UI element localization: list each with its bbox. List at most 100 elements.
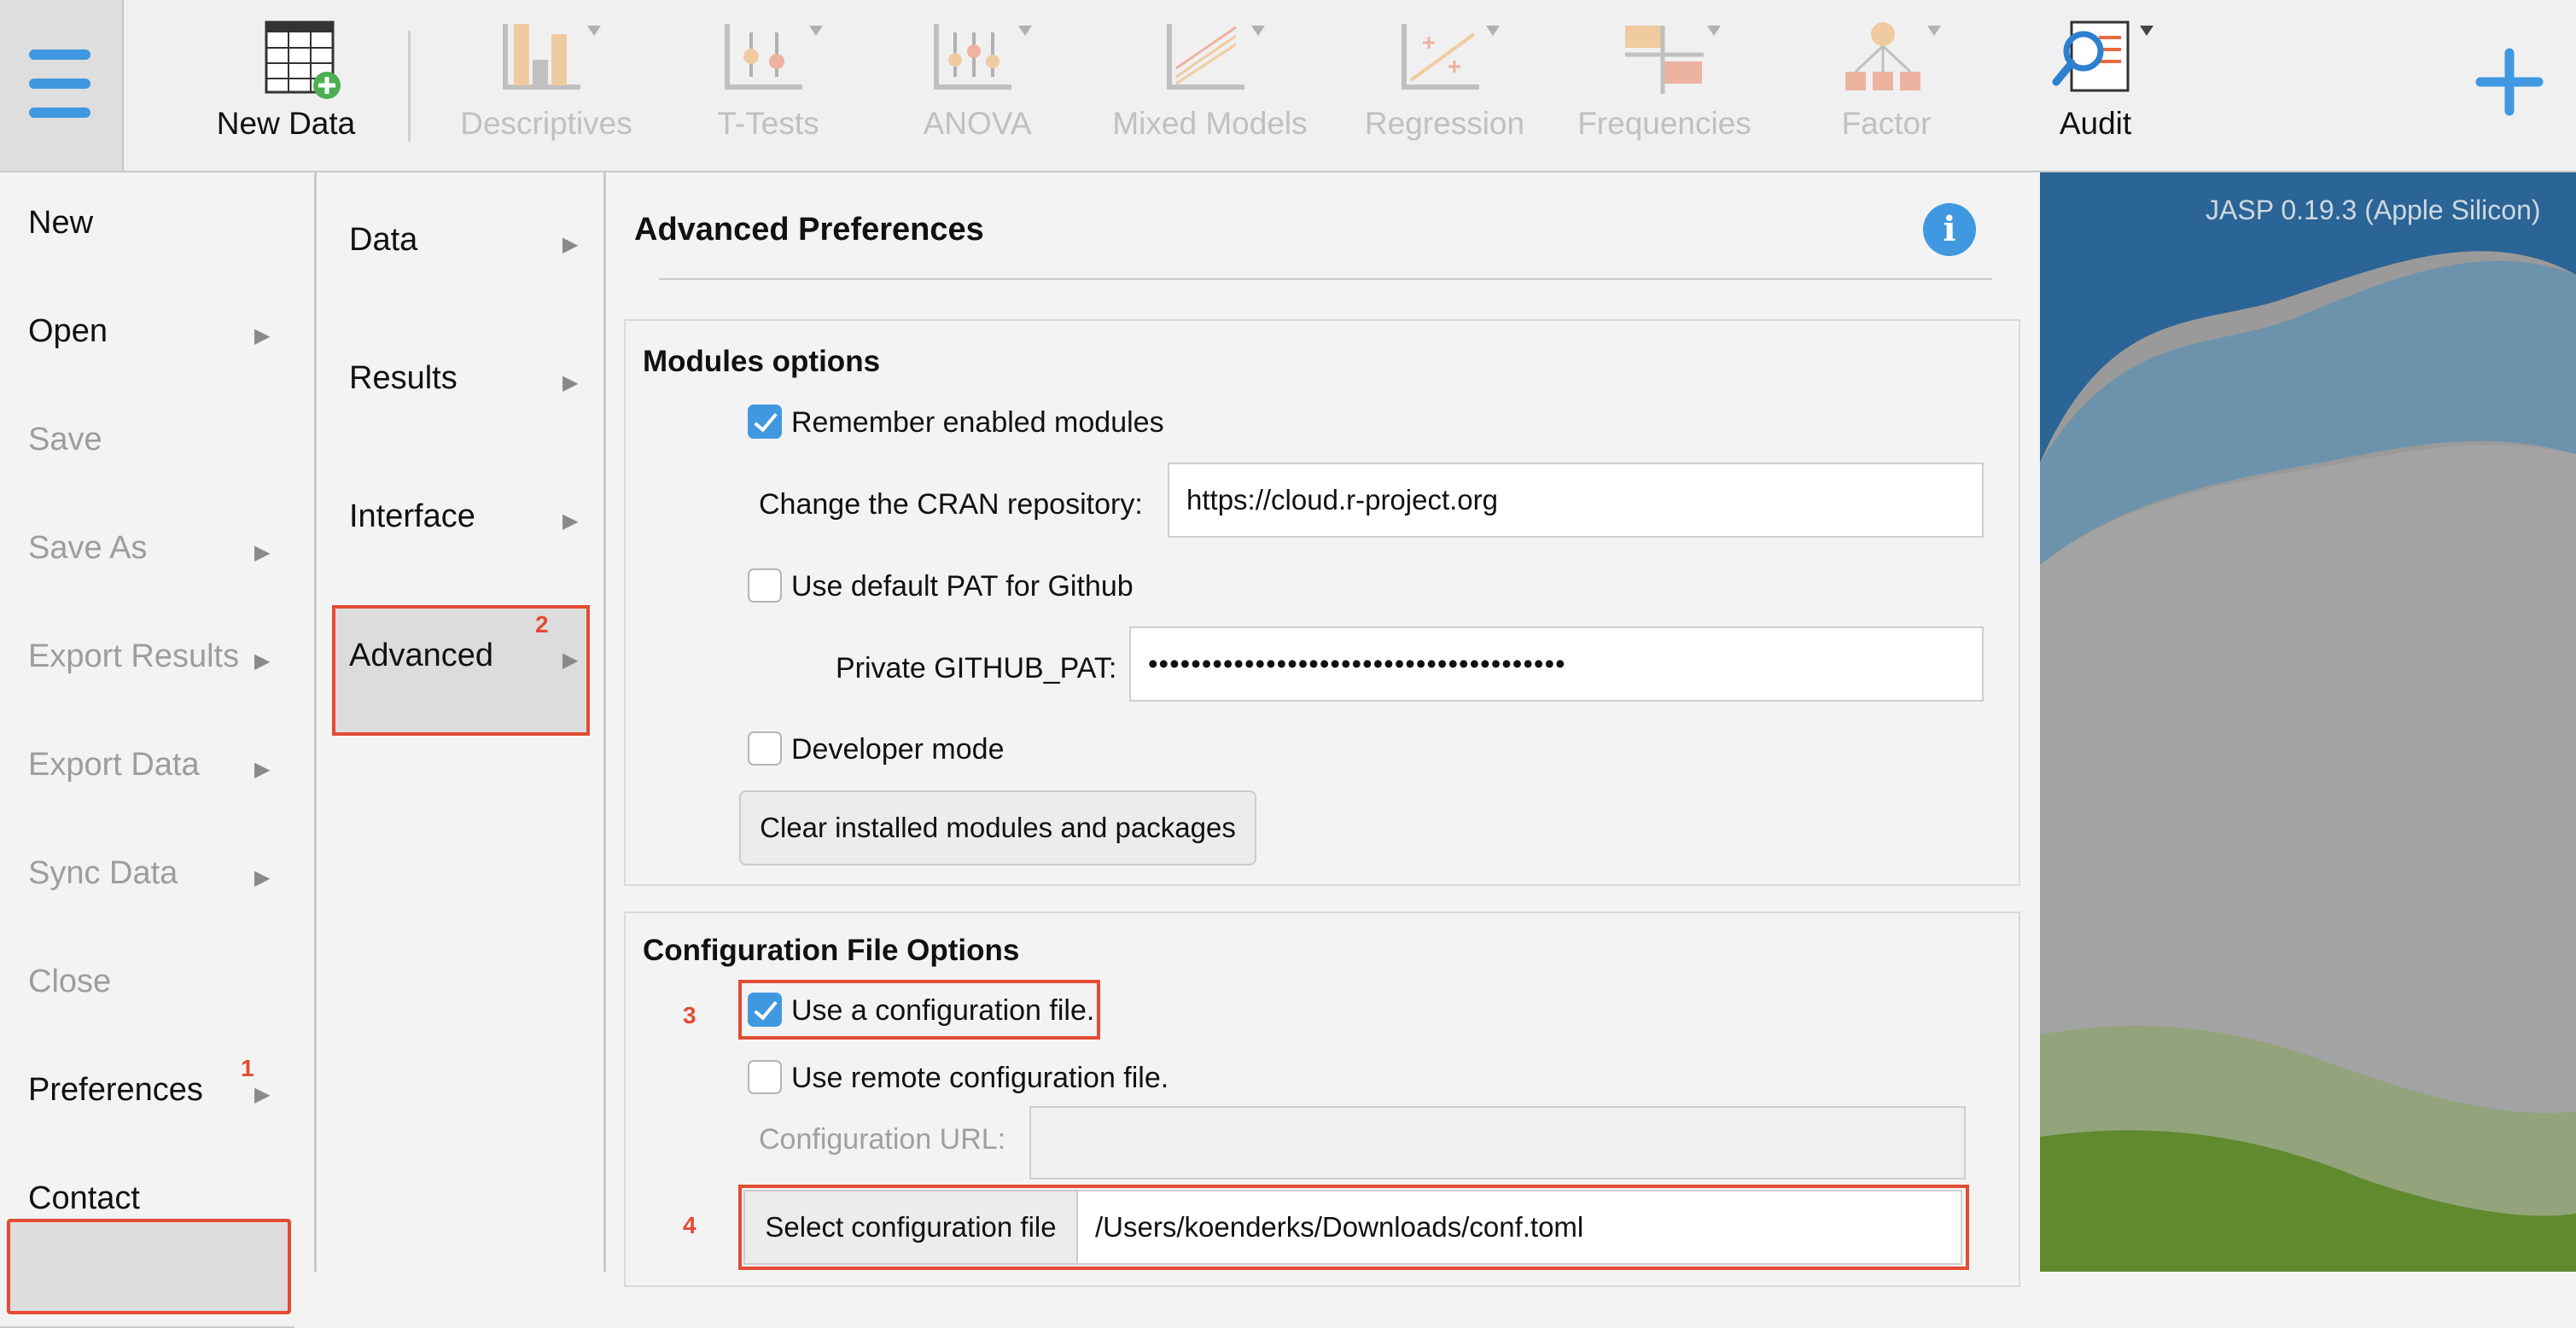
anova-label: ANOVA: [923, 106, 1032, 141]
menu-item-label: New: [28, 205, 94, 241]
ribbon-toolbar: New Data Descriptives T-Tests ANOVA Mixe…: [0, 0, 2576, 172]
callout-number: 3: [683, 1002, 696, 1028]
submenu-arrow-icon: ▶: [254, 541, 271, 564]
frequencies-label: Frequencies: [1577, 106, 1751, 141]
menu-item-new[interactable]: New: [0, 172, 294, 281]
submenu-item-label: Interface: [349, 498, 475, 534]
menu-item-label: Save As: [28, 530, 148, 566]
panel-title: Advanced Preferences: [634, 212, 984, 248]
descriptives-button[interactable]: Descriptives: [452, 0, 640, 171]
cran-repository-input[interactable]: https://cloud.r-project.org: [1168, 463, 1984, 538]
config-url-input[interactable]: [1029, 1106, 1966, 1179]
remember-modules-checkbox[interactable]: [748, 405, 782, 439]
new-data-label: New Data: [216, 106, 356, 141]
file-menu: New Open ▶ Save Save As ▶ Export Results…: [0, 172, 317, 1328]
frequencies-button[interactable]: Frequencies: [1566, 0, 1763, 171]
preferences-submenu: Data ▶ Results ▶ Interface ▶ Advanced ▶ …: [317, 172, 606, 1272]
mixed-models-button[interactable]: Mixed Models: [1101, 0, 1319, 171]
background-illustration: [2040, 172, 2576, 1272]
clear-modules-button[interactable]: Clear installed modules and packages: [739, 790, 1256, 865]
field-label: Change the CRAN repository:: [759, 488, 1143, 521]
version-label: JASP 0.19.3 (Apple Silicon): [2206, 195, 2541, 225]
submenu-arrow-icon: ▶: [562, 649, 579, 672]
menu-item-export-data[interactable]: Export Data ▶: [0, 714, 294, 823]
submenu-arrow-icon: ▶: [254, 866, 271, 889]
submenu-item-results[interactable]: Results ▶: [317, 311, 603, 447]
developer-mode-checkbox[interactable]: [748, 731, 782, 766]
submenu-item-interface[interactable]: Interface ▶: [317, 449, 603, 585]
checkbox-label: Developer mode: [791, 733, 1005, 766]
regression-label: Regression: [1364, 106, 1525, 141]
submenu-item-label: Results: [349, 360, 458, 396]
descriptives-icon: [503, 24, 601, 90]
menu-item-label: Contact: [28, 1180, 140, 1216]
configuration-file-group: Configuration File Options 3 Use a confi…: [624, 912, 2020, 1287]
t-tests-button[interactable]: T-Tests: [691, 0, 845, 171]
menu-item-open[interactable]: Open ▶: [0, 281, 294, 389]
audit-icon: [2052, 20, 2153, 92]
frequencies-icon: [1625, 26, 1721, 94]
menu-item-label: Open: [28, 313, 108, 349]
submenu-arrow-icon: ▶: [562, 371, 579, 394]
regression-button[interactable]: Regression: [1353, 0, 1536, 171]
anova-icon: [934, 24, 1032, 90]
hamburger-menu-button[interactable]: [0, 0, 124, 171]
audit-button[interactable]: Audit: [2036, 0, 2155, 171]
menu-item-label: Save: [28, 422, 102, 457]
checkbox-label: Use a configuration file.: [791, 994, 1095, 1027]
checkbox-label: Use remote configuration file.: [791, 1062, 1169, 1094]
modules-options-group: Modules options Remember enabled modules…: [624, 319, 2020, 886]
menu-item-label: Sync Data: [28, 855, 178, 891]
menu-item-label: Export Results: [28, 638, 240, 674]
submenu-item-label: Advanced: [349, 638, 494, 673]
menu-item-label: Export Data: [28, 747, 200, 783]
submenu-arrow-icon: ▶: [254, 649, 271, 673]
field-label: Private GITHUB_PAT:: [836, 652, 1117, 684]
callout-number: 2: [535, 611, 549, 638]
plus-icon[interactable]: [2475, 48, 2544, 116]
group-title: Configuration File Options: [643, 934, 1020, 967]
field-label: Configuration URL:: [759, 1123, 1006, 1156]
menu-item-sync-data[interactable]: Sync Data ▶: [0, 823, 294, 931]
submenu-arrow-icon: ▶: [562, 233, 579, 256]
submenu-item-advanced[interactable]: Advanced ▶: [317, 588, 603, 725]
select-config-file-button[interactable]: Select configuration file: [743, 1190, 1078, 1265]
use-config-file-checkbox[interactable]: [748, 993, 782, 1027]
github-pat-input[interactable]: •••••••••••••••••••••••••••••••••••••••: [1129, 626, 1984, 702]
remote-config-checkbox[interactable]: [748, 1060, 782, 1094]
checkbox-label: Use default PAT for Github: [791, 570, 1134, 603]
new-data-icon: [265, 20, 341, 99]
menu-item-label: Close: [28, 964, 112, 999]
advanced-preferences-panel: Advanced Preferences i Modules options R…: [606, 172, 2038, 1287]
checkbox-label: Remember enabled modules: [791, 406, 1164, 439]
mixed-models-icon: [1166, 24, 1265, 90]
menu-item-contact[interactable]: Contact: [0, 1148, 294, 1256]
title-divider: [659, 278, 1992, 280]
submenu-arrow-icon: ▶: [254, 1083, 271, 1106]
callout-number: 1: [241, 1055, 254, 1081]
group-title: Modules options: [643, 345, 881, 378]
config-file-path-input[interactable]: /Users/koenderks/Downloads/conf.toml: [1078, 1190, 1962, 1265]
default-pat-checkbox[interactable]: [748, 568, 782, 603]
audit-label: Audit: [2059, 106, 2132, 141]
t-tests-label: T-Tests: [717, 106, 819, 141]
new-data-button[interactable]: New Data: [205, 0, 367, 171]
submenu-arrow-icon: ▶: [254, 324, 271, 347]
submenu-arrow-icon: ▶: [254, 758, 271, 781]
callout-number: 4: [683, 1212, 696, 1238]
factor-icon: [1845, 22, 1941, 90]
menu-item-save-as[interactable]: Save As ▶: [0, 498, 294, 606]
submenu-item-label: Data: [349, 222, 418, 258]
toolbar-divider: [408, 31, 411, 142]
info-icon[interactable]: i: [1923, 203, 1976, 256]
t-tests-icon: [725, 24, 823, 90]
menu-item-export-results[interactable]: Export Results ▶: [0, 606, 294, 714]
factor-button[interactable]: Factor: [1818, 0, 1955, 171]
descriptives-label: Descriptives: [460, 106, 632, 141]
anova-button[interactable]: ANOVA: [892, 0, 1063, 171]
menu-item-close[interactable]: Close: [0, 931, 294, 1040]
submenu-item-data[interactable]: Data ▶: [317, 172, 603, 309]
menu-item-save[interactable]: Save: [0, 389, 294, 498]
results-background: [2040, 172, 2576, 1272]
regression-icon: [1401, 24, 1500, 90]
